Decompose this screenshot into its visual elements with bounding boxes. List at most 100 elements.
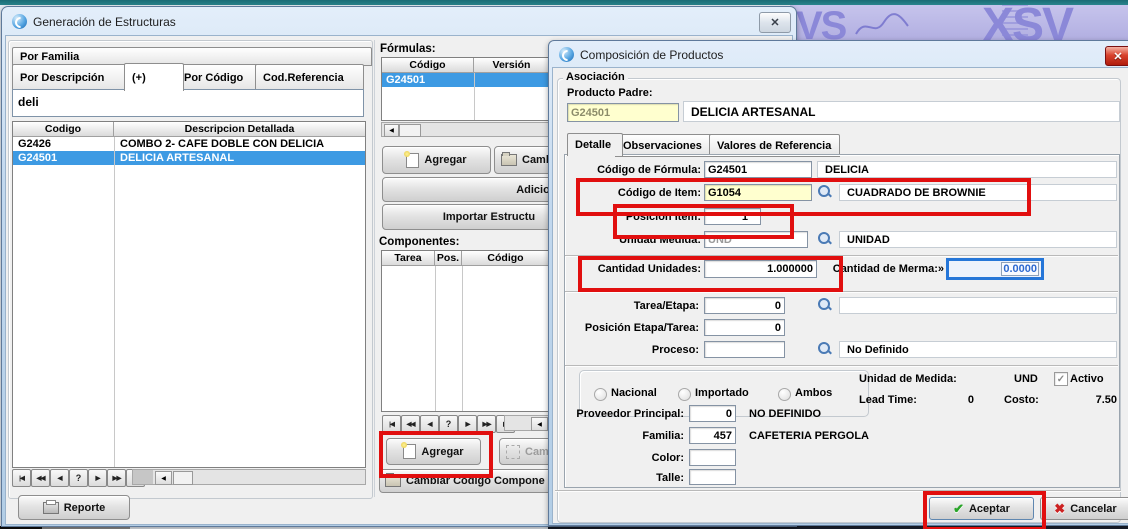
column-header-descripcion[interactable]: Descripcion Detallada (114, 122, 365, 137)
column-header-tarea[interactable]: Tarea (382, 251, 435, 266)
proceso-field[interactable] (704, 341, 785, 358)
cantidad-merma-label: Cantidad de Merma:» (814, 263, 944, 275)
nav-next-button[interactable]: ▶ (458, 415, 477, 433)
column-divider (435, 266, 436, 411)
new-document-icon (403, 444, 416, 459)
posicion-item-label: Posición Item: (569, 211, 701, 223)
codigo-formula-field[interactable] (704, 161, 812, 178)
column-header-codigo[interactable]: Codigo (13, 122, 114, 137)
folder-icon (385, 475, 401, 487)
folder-icon (501, 154, 517, 166)
tab-por-descripcion[interactable]: Por Descripción (12, 64, 132, 91)
componentes-scrollbar[interactable]: ◀ (504, 415, 550, 431)
scroll-left-icon[interactable]: ◀ (384, 124, 399, 137)
cell-descripcion: COMBO 2- CAFE DOBLE CON DELICIA (114, 138, 365, 150)
cell-codigo: G24501 (13, 152, 114, 164)
asociacion-legend: Asociación (563, 71, 628, 83)
nav-help-button[interactable]: ? (69, 469, 88, 487)
unidad-medida-descripcion: UNIDAD (839, 231, 1117, 248)
familia-label: Familia: (559, 430, 684, 442)
column-header-codigo[interactable]: Código (462, 251, 549, 266)
cancelar-button[interactable]: ✖ Cancelar (1040, 497, 1128, 520)
nav-prev-fast-button[interactable]: ◀◀ (31, 469, 50, 487)
close-icon[interactable]: ✕ (1105, 46, 1128, 66)
tarea-etapa-field[interactable] (704, 297, 785, 314)
search-lookup-icon[interactable] (817, 297, 833, 313)
scroll-left-icon[interactable]: ◀ (155, 471, 172, 485)
nav-next-fast-button[interactable]: ▶▶ (107, 469, 126, 487)
search-lookup-icon[interactable] (817, 184, 833, 200)
new-document-icon (406, 153, 419, 168)
table-row-selected[interactable]: G24501 DELICIA ARTESANAL (13, 151, 365, 165)
cantidad-merma-field[interactable]: 0.0000 (946, 258, 1044, 280)
ambos-radio[interactable] (778, 388, 791, 401)
codigo-item-field[interactable] (704, 184, 812, 201)
column-header-codigo[interactable]: Código (382, 58, 474, 73)
tarea-etapa-label: Tarea/Etapa: (559, 300, 699, 312)
wallpaper-squiggle (852, 12, 912, 42)
column-divider (114, 137, 115, 467)
dashed-icon (506, 445, 520, 459)
familia-descripcion: CAFETERIA PERGOLA (749, 430, 869, 442)
panel-divider (374, 40, 375, 497)
nav-prev-button[interactable]: ◀ (50, 469, 69, 487)
activo-checkbox[interactable]: ✓ (1054, 372, 1068, 386)
nav-next-fast-button[interactable]: ▶▶ (477, 415, 496, 433)
tab-detalle[interactable]: Detalle (567, 133, 623, 156)
column-divider (474, 73, 475, 120)
aceptar-button[interactable]: ✔ Aceptar (929, 497, 1034, 520)
talle-label: Talle: (559, 472, 684, 484)
importar-label: Importar Estructu (443, 211, 535, 223)
divider (565, 365, 1118, 367)
familia-field[interactable] (689, 427, 736, 444)
formulas-agregar-button[interactable]: Agregar (382, 146, 491, 174)
column-header-pos[interactable]: Pos. (435, 251, 462, 266)
nacional-radio[interactable] (594, 388, 607, 401)
record-navigator: |◀ ◀◀ ◀ ? ▶ ▶▶ ▶| (12, 469, 145, 487)
scrollbar-thumb[interactable] (173, 471, 193, 485)
close-icon[interactable]: ✕ (759, 12, 791, 33)
nav-first-button[interactable]: |◀ (382, 415, 401, 433)
formulas-scrollbar[interactable]: ◀ (381, 122, 550, 137)
nav-first-button[interactable]: |◀ (12, 469, 31, 487)
activo-checkbox-label: Activo (1070, 373, 1104, 385)
table-row[interactable]: G2426 COMBO 2- CAFE DOBLE CON DELICIA (13, 137, 365, 151)
talle-field[interactable] (689, 469, 736, 485)
proceso-descripcion: No Definido (839, 341, 1117, 358)
importado-radio[interactable] (678, 388, 691, 401)
scrollbar-thumb[interactable] (399, 124, 421, 137)
posicion-etapa-field[interactable] (704, 319, 785, 336)
nav-prev-button[interactable]: ◀ (420, 415, 439, 433)
nacional-radio-label: Nacional (611, 387, 657, 399)
lead-time-value: 0 (939, 394, 974, 406)
tab-plus[interactable]: (+) (124, 63, 184, 91)
cambiar-codigo-label: Cambiar Código Compone (406, 475, 545, 487)
search-input[interactable] (15, 92, 359, 112)
info-unidad-medida-value: UND (1014, 373, 1038, 385)
search-lookup-icon[interactable] (817, 231, 833, 247)
nav-next-button[interactable]: ▶ (88, 469, 107, 487)
reporte-button[interactable]: Reporte (18, 495, 130, 520)
results-table: Codigo Descripcion Detallada G2426 COMBO… (12, 121, 366, 468)
formulas-row-selected[interactable]: G24501 (382, 73, 549, 87)
info-unidad-medida-label: Unidad de Medida: (859, 373, 957, 385)
search-lookup-icon[interactable] (817, 341, 833, 357)
cantidad-unidades-field[interactable] (704, 260, 817, 278)
check-icon: ✔ (953, 501, 964, 517)
lead-time-label: Lead Time: (859, 394, 917, 406)
tab-por-codigo[interactable]: Por Código (176, 64, 263, 91)
nav-help-button[interactable]: ? (439, 415, 458, 433)
scroll-left-icon[interactable]: ◀ (531, 417, 548, 431)
posicion-item-field[interactable] (704, 208, 761, 225)
nav-prev-fast-button[interactable]: ◀◀ (401, 415, 420, 433)
producto-padre-codigo-field[interactable] (567, 103, 679, 122)
unidad-medida-field[interactable] (704, 231, 808, 248)
tab-cod-referencia[interactable]: Cod.Referencia (255, 64, 364, 91)
agregar-label: Agregar (421, 446, 463, 458)
horizontal-scrollbar[interactable]: ◀ (132, 469, 366, 485)
componentes-agregar-button[interactable]: Agregar (386, 438, 481, 465)
printer-icon (43, 502, 59, 514)
proveedor-field[interactable] (689, 405, 736, 422)
column-header-version[interactable]: Versión (474, 58, 549, 73)
color-field[interactable] (689, 449, 736, 466)
